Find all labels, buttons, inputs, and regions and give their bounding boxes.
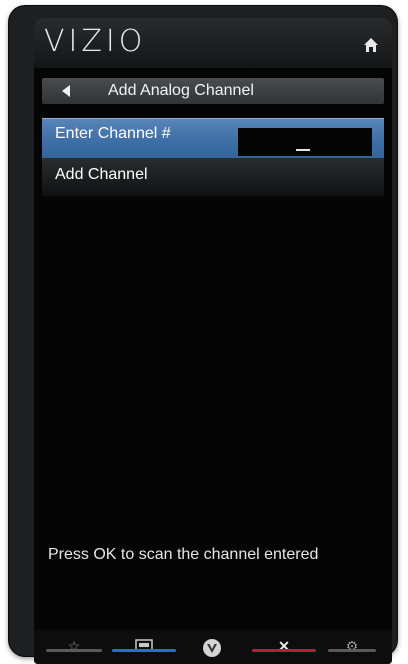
channel-number-input[interactable] [238, 128, 372, 156]
add-channel-row[interactable]: Add Channel [42, 158, 384, 196]
hint-text: Press OK to scan the channel entered [48, 546, 319, 563]
tv-device-frame: VIZIO Add Analog Channel Enter Channel #… [9, 6, 397, 664]
favorite-button[interactable]: ☆ [46, 638, 102, 654]
brand-logo: VIZIO [44, 24, 147, 59]
menu-titlebar[interactable]: Add Analog Channel [42, 78, 384, 104]
favorite-accent-bar [46, 649, 102, 652]
enter-channel-label: Enter Channel # [55, 125, 171, 142]
back-arrow-icon[interactable] [62, 85, 70, 97]
menu-title: Add Analog Channel [108, 82, 254, 99]
exit-accent-bar [252, 649, 316, 652]
input-button[interactable] [112, 638, 176, 654]
vizio-button[interactable] [192, 638, 232, 657]
home-icon[interactable] [362, 36, 380, 54]
exit-button[interactable]: ✕ [252, 638, 316, 654]
enter-channel-row[interactable]: Enter Channel # [42, 118, 384, 158]
menu-screen: VIZIO Add Analog Channel Enter Channel #… [34, 18, 392, 664]
add-channel-label: Add Channel [55, 166, 148, 183]
settings-button[interactable]: ⚙ [328, 638, 376, 654]
vizio-v-icon [203, 639, 221, 657]
header: VIZIO [34, 18, 392, 68]
text-cursor [296, 149, 310, 151]
bottom-button-bar: ☆ ✕ ⚙ [34, 630, 392, 664]
settings-accent-bar [328, 649, 376, 652]
input-accent-bar [112, 649, 176, 652]
